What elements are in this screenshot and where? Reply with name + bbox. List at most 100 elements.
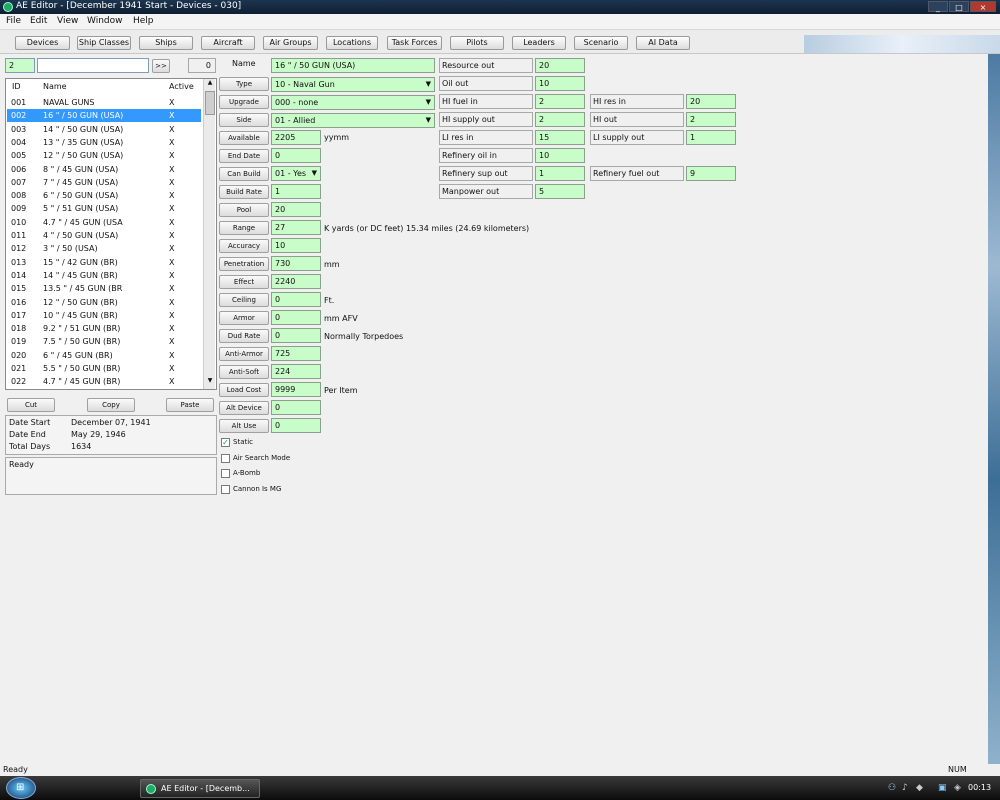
upgrade-button[interactable]: Upgrade — [219, 95, 269, 109]
column-header-id[interactable]: ID — [12, 82, 21, 91]
scroll-thumb[interactable] — [205, 91, 215, 115]
alt-use-field[interactable]: 0 — [271, 418, 321, 433]
a-bomb-checkbox[interactable]: A-Bomb — [221, 468, 331, 479]
load-cost-field[interactable]: 9999 — [271, 382, 321, 397]
dud-rate-field[interactable]: 0 — [271, 328, 321, 343]
taskbar-app-button[interactable]: AE Editor - [Decemb... — [140, 779, 260, 798]
list-item[interactable]: 016 12 " / 50 GUN (BR) X — [7, 296, 201, 309]
record-index-field[interactable]: 2 — [5, 58, 35, 73]
li-res-in-field[interactable]: 15 — [535, 130, 585, 145]
sound-icon[interactable]: ♪ — [902, 783, 908, 793]
alt-use-button[interactable]: Alt Use — [219, 419, 269, 433]
end-date-field[interactable]: 0 — [271, 148, 321, 163]
ceiling-button[interactable]: Ceiling — [219, 293, 269, 307]
scroll-up-icon[interactable]: ▲ — [205, 79, 215, 89]
armor-field[interactable]: 0 — [271, 310, 321, 325]
li-supply-out-field[interactable]: 1 — [686, 130, 736, 145]
list-item[interactable]: 017 10 " / 45 GUN (BR) X — [7, 309, 201, 322]
list-item[interactable]: 003 14 " / 50 GUN (USA) X — [7, 123, 201, 136]
list-item[interactable]: 021 5.5 " / 50 GUN (BR) X — [7, 362, 201, 375]
effect-button[interactable]: Effect — [219, 275, 269, 289]
can-build-button[interactable]: Can Build — [219, 167, 269, 181]
upgrade-select[interactable]: 000 - none ▼ — [271, 95, 435, 110]
list-item[interactable]: 015 13.5 " / 45 GUN (BR X — [7, 282, 201, 295]
list-item[interactable]: 011 4 " / 50 GUN (USA) X — [7, 229, 201, 242]
tab-ship-classes[interactable]: Ship Classes — [77, 36, 131, 50]
menu-view[interactable]: View — [57, 16, 78, 26]
menu-help[interactable]: Help — [133, 16, 154, 26]
connection-icon[interactable]: ▣ — [938, 783, 947, 793]
tab-leaders[interactable]: Leaders — [512, 36, 566, 50]
type-select[interactable]: 10 - Naval Gun ▼ — [271, 77, 435, 92]
tab-scenario[interactable]: Scenario — [574, 36, 628, 50]
type-button[interactable]: Type — [219, 77, 269, 91]
list-item[interactable]: 002 16 " / 50 GUN (USA) X — [7, 109, 201, 123]
menu-window[interactable]: Window — [87, 16, 123, 26]
available-field[interactable]: 2205 — [271, 130, 321, 145]
list-item[interactable]: 004 13 " / 35 GUN (USA) X — [7, 136, 201, 149]
build-rate-field[interactable]: 1 — [271, 184, 321, 199]
armor-button[interactable]: Armor — [219, 311, 269, 325]
column-header-name[interactable]: Name — [43, 82, 67, 91]
range-field[interactable]: 27 — [271, 220, 321, 235]
tray-extra-icon[interactable]: ◈ — [954, 783, 961, 793]
penetration-button[interactable]: Penetration — [219, 257, 269, 271]
anti-soft-field[interactable]: 224 — [271, 364, 321, 379]
refinery-fuel-out-field[interactable]: 9 — [686, 166, 736, 181]
close-button[interactable]: × — [970, 1, 996, 12]
tab-locations[interactable]: Locations — [326, 36, 378, 50]
accuracy-button[interactable]: Accuracy — [219, 239, 269, 253]
minimize-button[interactable]: _ — [928, 1, 948, 12]
list-item[interactable]: 007 7 " / 45 GUN (USA) X — [7, 176, 201, 189]
paste-button[interactable]: Paste — [166, 398, 214, 412]
dud-rate-button[interactable]: Dud Rate — [219, 329, 269, 343]
tray-icon[interactable]: ◆ — [916, 783, 923, 793]
list-item[interactable]: 008 6 " / 50 GUN (USA) X — [7, 189, 201, 202]
list-item[interactable]: 014 14 " / 45 GUN (BR) X — [7, 269, 201, 282]
ceiling-field[interactable]: 0 — [271, 292, 321, 307]
cut-button[interactable]: Cut — [7, 398, 55, 412]
network-icon[interactable]: ⚇ — [888, 783, 896, 793]
go-button[interactable]: >> — [152, 59, 170, 73]
hi-out-field[interactable]: 2 — [686, 112, 736, 127]
hi-res-in-field[interactable]: 20 — [686, 94, 736, 109]
air-search-mode-checkbox[interactable]: Air Search Mode — [221, 453, 331, 464]
tab-pilots[interactable]: Pilots — [450, 36, 504, 50]
available-button[interactable]: Available — [219, 131, 269, 145]
list-item[interactable]: 005 12 " / 50 GUN (USA) X — [7, 149, 201, 162]
tab-air-groups[interactable]: Air Groups — [263, 36, 318, 50]
tab-ai-data[interactable]: AI Data — [636, 36, 690, 50]
list-item[interactable]: 012 3 " / 50 (USA) X — [7, 242, 201, 255]
pool-field[interactable]: 20 — [271, 202, 321, 217]
load-cost-button[interactable]: Load Cost — [219, 383, 269, 397]
start-button[interactable]: ⊞ — [6, 777, 36, 799]
hi-supply-out-field[interactable]: 2 — [535, 112, 585, 127]
tab-ships[interactable]: Ships — [139, 36, 193, 50]
name-field[interactable]: 16 " / 50 GUN (USA) — [271, 58, 435, 73]
list-scrollbar[interactable]: ▲ ▼ — [203, 79, 215, 389]
refinery-sup-out-field[interactable]: 1 — [535, 166, 585, 181]
manpower-out-field[interactable]: 5 — [535, 184, 585, 199]
side-select[interactable]: 01 - Allied ▼ — [271, 113, 435, 128]
static-checkbox[interactable]: ✓ Static — [221, 437, 331, 448]
alt-device-field[interactable]: 0 — [271, 400, 321, 415]
refinery-oil-in-field[interactable]: 10 — [535, 148, 585, 163]
oil-out-field[interactable]: 10 — [535, 76, 585, 91]
cannon-is-mg-checkbox[interactable]: Cannon Is MG — [221, 484, 331, 495]
column-header-active[interactable]: Active — [169, 82, 194, 91]
list-item[interactable]: 001 NAVAL GUNS X — [7, 96, 201, 109]
can-build-select[interactable]: 01 - Yes ▼ — [271, 166, 321, 181]
anti-soft-button[interactable]: Anti-Soft — [219, 365, 269, 379]
list-item[interactable]: 010 4.7 " / 45 GUN (USA X — [7, 216, 201, 229]
list-item[interactable]: 009 5 " / 51 GUN (USA) X — [7, 202, 201, 215]
device-list[interactable]: ID Name Active 001 NAVAL GUNS X 002 16 " / 5… — [5, 78, 217, 390]
pool-button[interactable]: Pool — [219, 203, 269, 217]
end-date-button[interactable]: End Date — [219, 149, 269, 163]
alt-device-button[interactable]: Alt Device — [219, 401, 269, 415]
list-item[interactable]: 020 6 " / 45 GUN (BR) X — [7, 349, 201, 362]
menu-edit[interactable]: Edit — [30, 16, 47, 26]
list-item[interactable]: 022 4.7 " / 45 GUN (BR) X — [7, 375, 201, 388]
scroll-down-icon[interactable]: ▼ — [205, 377, 215, 387]
resource-out-field[interactable]: 20 — [535, 58, 585, 73]
list-item[interactable]: 019 7.5 " / 50 GUN (BR) X — [7, 335, 201, 348]
